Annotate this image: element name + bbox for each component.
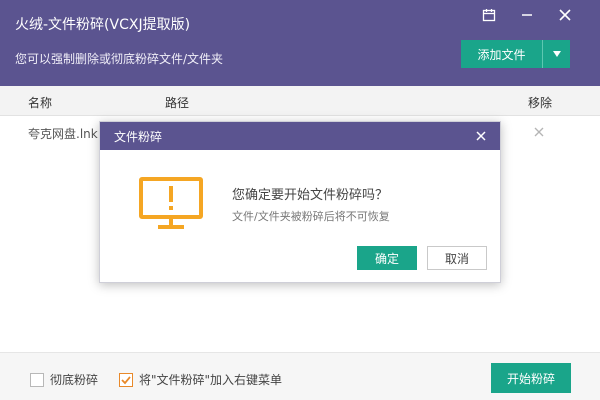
close-icon[interactable] [554, 4, 576, 26]
checkbox-label: 彻底粉碎 [50, 373, 99, 387]
checkbox-box[interactable] [30, 372, 44, 387]
app-subtitle: 您可以强制删除或彻底粉碎文件/文件夹 [15, 52, 224, 66]
checkbox-box[interactable] [119, 372, 133, 387]
dialog-close-icon[interactable] [474, 129, 488, 143]
dialog-title: 文件粉碎 [114, 130, 163, 144]
confirm-button[interactable]: 确定 [357, 246, 417, 270]
file-shredder-window: 火绒-文件粉碎(VCXJ提取版) 您可以强制删除或彻底粉碎文件/文件夹 添加文件 [0, 0, 600, 400]
start-shred-button[interactable]: 开始粉碎 [491, 363, 571, 393]
table-header: 名称 路径 移除 [0, 86, 600, 116]
dialog-titlebar: 文件粉碎 [100, 122, 500, 150]
column-header-remove: 移除 [528, 96, 553, 110]
checkbox-label: 将"文件粉碎"加入右键菜单 [139, 373, 283, 387]
add-file-dropdown[interactable] [542, 40, 570, 68]
dialog-hint: 文件/文件夹被粉碎后将不可恢复 [232, 210, 390, 223]
checkmark-icon [121, 375, 131, 384]
footer: 彻底粉碎 将"文件粉碎"加入右键菜单 开始粉碎 [0, 352, 600, 400]
caret-down-icon [552, 51, 561, 57]
minimize-icon[interactable] [516, 4, 538, 26]
cancel-button[interactable]: 取消 [427, 246, 487, 270]
column-header-path: 路径 [165, 96, 190, 110]
add-file-button[interactable]: 添加文件 [461, 40, 542, 68]
shred-thoroughly-checkbox[interactable]: 彻底粉碎 [30, 371, 98, 388]
app-title: 火绒-文件粉碎(VCXJ提取版) [15, 17, 191, 33]
remove-row-icon[interactable] [532, 125, 546, 139]
monitor-warning-icon [138, 176, 204, 235]
context-menu-checkbox[interactable]: 将"文件粉碎"加入右键菜单 [119, 371, 282, 388]
calendar-icon[interactable] [478, 4, 500, 26]
file-name: 夸克网盘.lnk [28, 127, 98, 141]
confirm-dialog: 文件粉碎 您确定要开始文件粉碎吗？ 文件/文件夹被粉碎后将不可恢复 确定 取消 [99, 121, 501, 283]
column-header-name: 名称 [28, 96, 53, 110]
header: 火绒-文件粉碎(VCXJ提取版) 您可以强制删除或彻底粉碎文件/文件夹 添加文件 [0, 0, 600, 86]
add-file-group: 添加文件 [461, 40, 570, 68]
dialog-question: 您确定要开始文件粉碎吗？ [232, 188, 389, 203]
